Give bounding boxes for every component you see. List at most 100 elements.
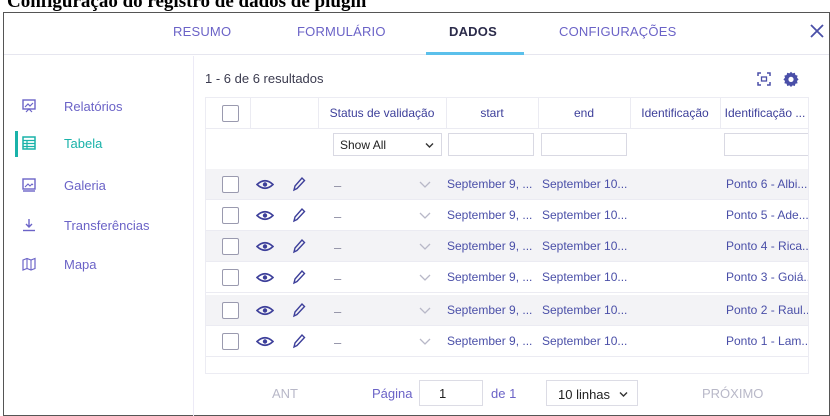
table-row[interactable]: – September 9, ... September 10... Ponto… [206,326,808,357]
eye-icon[interactable] [256,240,274,253]
download-icon [23,219,35,232]
document-heading-fragment: Configuração do registro de dados de plu… [0,0,830,12]
table-icon [22,136,36,150]
status-value: – [334,178,342,193]
pencil-icon[interactable] [292,207,306,223]
chevron-down-icon[interactable] [419,336,431,346]
end-value: September 10... [542,303,628,317]
document-heading-text: Configuração do registro de dados de plu… [7,0,367,12]
chevron-down-icon[interactable] [419,305,431,315]
sidebar-item-label: Relatórios [64,99,123,114]
end-value: September 10... [542,334,628,348]
row-checkbox[interactable] [222,176,239,193]
tab-dados[interactable]: DADOS [449,24,497,39]
modal-header: RESUMO FORMULÁRIO DADOS CONFIGURAÇÕES [4,13,829,55]
tab-configuracoes[interactable]: CONFIGURAÇÕES [559,24,676,39]
gear-icon[interactable] [783,71,799,87]
sidebar-item-label: Tabela [64,136,103,151]
column-header-status[interactable]: Status de validação [318,98,446,128]
row-checkbox[interactable] [222,207,239,224]
data-table: Status de validação start end Identifica… [205,97,809,374]
sidebar: Relatórios Tabela Galeria Transferências… [4,56,194,416]
chevron-down-icon[interactable] [419,241,431,251]
rows-per-page-value: 10 linhas [558,387,611,402]
identificacao-filter-input[interactable] [724,133,808,156]
identificacao-value: Ponto 2 - Raul... [726,303,809,317]
status-value: – [334,240,342,255]
table-row[interactable]: – September 9, ... September 10... Ponto… [206,295,809,326]
page-total-label: de 1 [491,386,517,401]
table-row[interactable]: – September 9, ... September 10... Ponto… [206,200,808,231]
identificacao-value: Ponto 6 - Albi... [726,177,808,191]
map-icon [22,257,36,271]
start-value: September 9, ... [447,177,533,191]
fullscreen-icon[interactable] [756,71,772,87]
eye-icon[interactable] [256,178,274,191]
reports-icon [22,99,36,113]
identificacao-value: Ponto 3 - Goiá... [726,270,809,284]
sidebar-item-relatorios[interactable]: Relatórios [4,88,194,124]
tab-resumo[interactable]: RESUMO [173,24,231,39]
sidebar-item-galeria[interactable]: Galeria [4,167,194,203]
sidebar-item-tabela[interactable]: Tabela [4,125,194,161]
row-checkbox[interactable] [222,238,239,255]
pencil-icon[interactable] [292,269,306,285]
start-value: September 9, ... [447,208,533,222]
eye-icon[interactable] [256,304,274,317]
rows-per-page-select[interactable]: 10 linhas [546,380,638,406]
table-row[interactable]: – September 9, ... September 10... Ponto… [206,262,809,293]
tab-formulario[interactable]: FORMULÁRIO [297,24,386,39]
table-row[interactable]: – September 9, ... September 10... Ponto… [206,169,808,200]
status-filter-select[interactable]: Show All [333,133,442,156]
sidebar-item-label: Mapa [64,257,97,272]
sidebar-item-mapa[interactable]: Mapa [4,246,194,282]
status-value: – [334,304,342,319]
pencil-icon[interactable] [292,302,306,318]
table-header-row: Status de validação start end Identifica… [206,98,808,129]
status-value: – [334,335,342,350]
table-row[interactable]: – September 9, ... September 10... Ponto… [206,231,809,262]
data-modal: RESUMO FORMULÁRIO DADOS CONFIGURAÇÕES Re… [3,12,830,416]
end-value: September 10... [542,270,628,284]
start-value: September 9, ... [447,303,533,317]
next-page-button[interactable]: PRÓXIMO [702,386,763,401]
eye-icon[interactable] [256,209,274,222]
chevron-down-icon[interactable] [419,210,431,220]
start-filter-input[interactable] [448,133,534,156]
pencil-icon[interactable] [292,238,306,254]
sidebar-item-label: Transferências [64,218,150,233]
chevron-down-icon[interactable] [419,179,431,189]
row-checkbox[interactable] [222,269,239,286]
chevron-down-icon [425,143,434,148]
start-value: September 9, ... [447,239,533,253]
row-checkbox[interactable] [222,302,239,319]
eye-icon[interactable] [256,271,274,284]
column-header-identificacao-2[interactable]: Identificação ... [720,98,808,128]
column-header-start[interactable]: start [446,98,538,128]
pencil-icon[interactable] [292,176,306,192]
page-label: Página [372,386,413,401]
page-number-input[interactable]: 1 [419,380,483,406]
gallery-icon [22,178,36,192]
end-value: September 10... [542,239,628,253]
select-all-checkbox[interactable] [222,105,239,122]
status-filter-value: Show All [340,138,387,152]
status-value: – [334,209,342,224]
chevron-down-icon [619,392,628,397]
row-checkbox[interactable] [222,333,239,350]
pencil-icon[interactable] [292,333,306,349]
close-icon[interactable] [808,22,826,40]
eye-icon[interactable] [256,335,274,348]
sidebar-item-transferencias[interactable]: Transferências [4,207,194,243]
active-indicator [15,131,18,157]
column-header-identificacao[interactable]: Identificação [630,98,720,128]
end-value: September 10... [542,177,628,191]
previous-page-button[interactable]: ANT [272,386,298,401]
chevron-down-icon[interactable] [419,272,431,282]
column-header-end[interactable]: end [538,98,630,128]
sidebar-item-label: Galeria [64,178,106,193]
identificacao-value: Ponto 4 - Rica... [726,239,809,253]
end-filter-input[interactable] [541,133,627,156]
status-value: – [334,271,342,286]
active-tab-indicator [426,52,524,55]
